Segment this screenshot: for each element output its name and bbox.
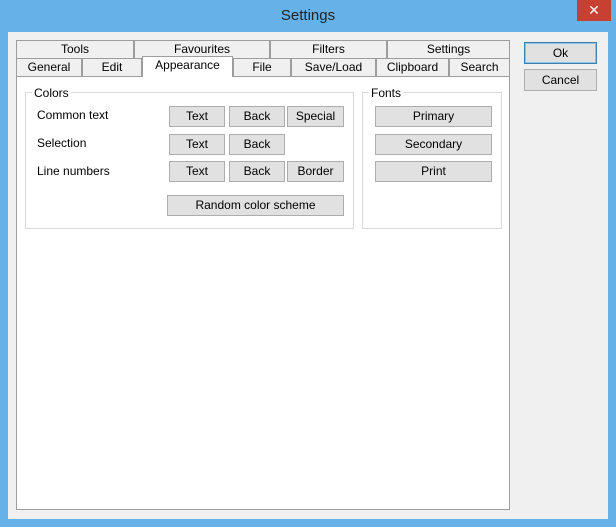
line-numbers-text-button[interactable]: Text [169, 161, 225, 182]
line-numbers-back-button[interactable]: Back [229, 161, 285, 182]
tab-edit[interactable]: Edit [82, 58, 142, 76]
colors-group: Colors Common text Text Back Special Sel… [25, 86, 354, 229]
close-button[interactable]: ✕ [577, 0, 611, 21]
font-primary-button[interactable]: Primary [375, 106, 492, 127]
tab-file[interactable]: File [233, 58, 291, 76]
settings-window: Settings ✕ Tools Favourites Filters Sett… [0, 0, 616, 527]
tab-save-load[interactable]: Save/Load [291, 58, 376, 76]
common-text-label: Common text [37, 108, 109, 122]
selection-text-button[interactable]: Text [169, 134, 225, 155]
tab-settings[interactable]: Settings [387, 40, 510, 58]
selection-label: Selection [37, 136, 87, 150]
common-text-back-button[interactable]: Back [229, 106, 285, 127]
common-text-text-button[interactable]: Text [169, 106, 225, 127]
title-bar[interactable]: Settings ✕ [0, 0, 616, 32]
colors-group-label: Colors [32, 86, 71, 100]
line-numbers-border-button[interactable]: Border [287, 161, 344, 182]
window-title: Settings [280, 7, 336, 24]
cancel-button[interactable]: Cancel [524, 69, 597, 91]
font-secondary-button[interactable]: Secondary [375, 134, 492, 155]
tab-clipboard[interactable]: Clipboard [376, 58, 449, 76]
close-icon: ✕ [588, 2, 600, 18]
line-numbers-label: Line numbers [37, 164, 110, 178]
tab-search[interactable]: Search [449, 58, 510, 76]
random-color-scheme-button[interactable]: Random color scheme [167, 195, 344, 216]
common-text-special-button[interactable]: Special [287, 106, 344, 127]
tab-general[interactable]: General [16, 58, 82, 76]
font-print-button[interactable]: Print [375, 161, 492, 182]
fonts-group-label: Fonts [369, 86, 404, 100]
tab-tools[interactable]: Tools [16, 40, 134, 58]
ok-button[interactable]: Ok [524, 42, 597, 64]
fonts-group: Fonts Primary Secondary Print [362, 86, 502, 229]
selection-back-button[interactable]: Back [229, 134, 285, 155]
tab-appearance[interactable]: Appearance [142, 56, 233, 77]
tab-filters[interactable]: Filters [270, 40, 387, 58]
appearance-tab-panel: Colors Common text Text Back Special Sel… [16, 76, 510, 510]
dialog-client-area: Tools Favourites Filters Settings Genera… [8, 32, 608, 519]
